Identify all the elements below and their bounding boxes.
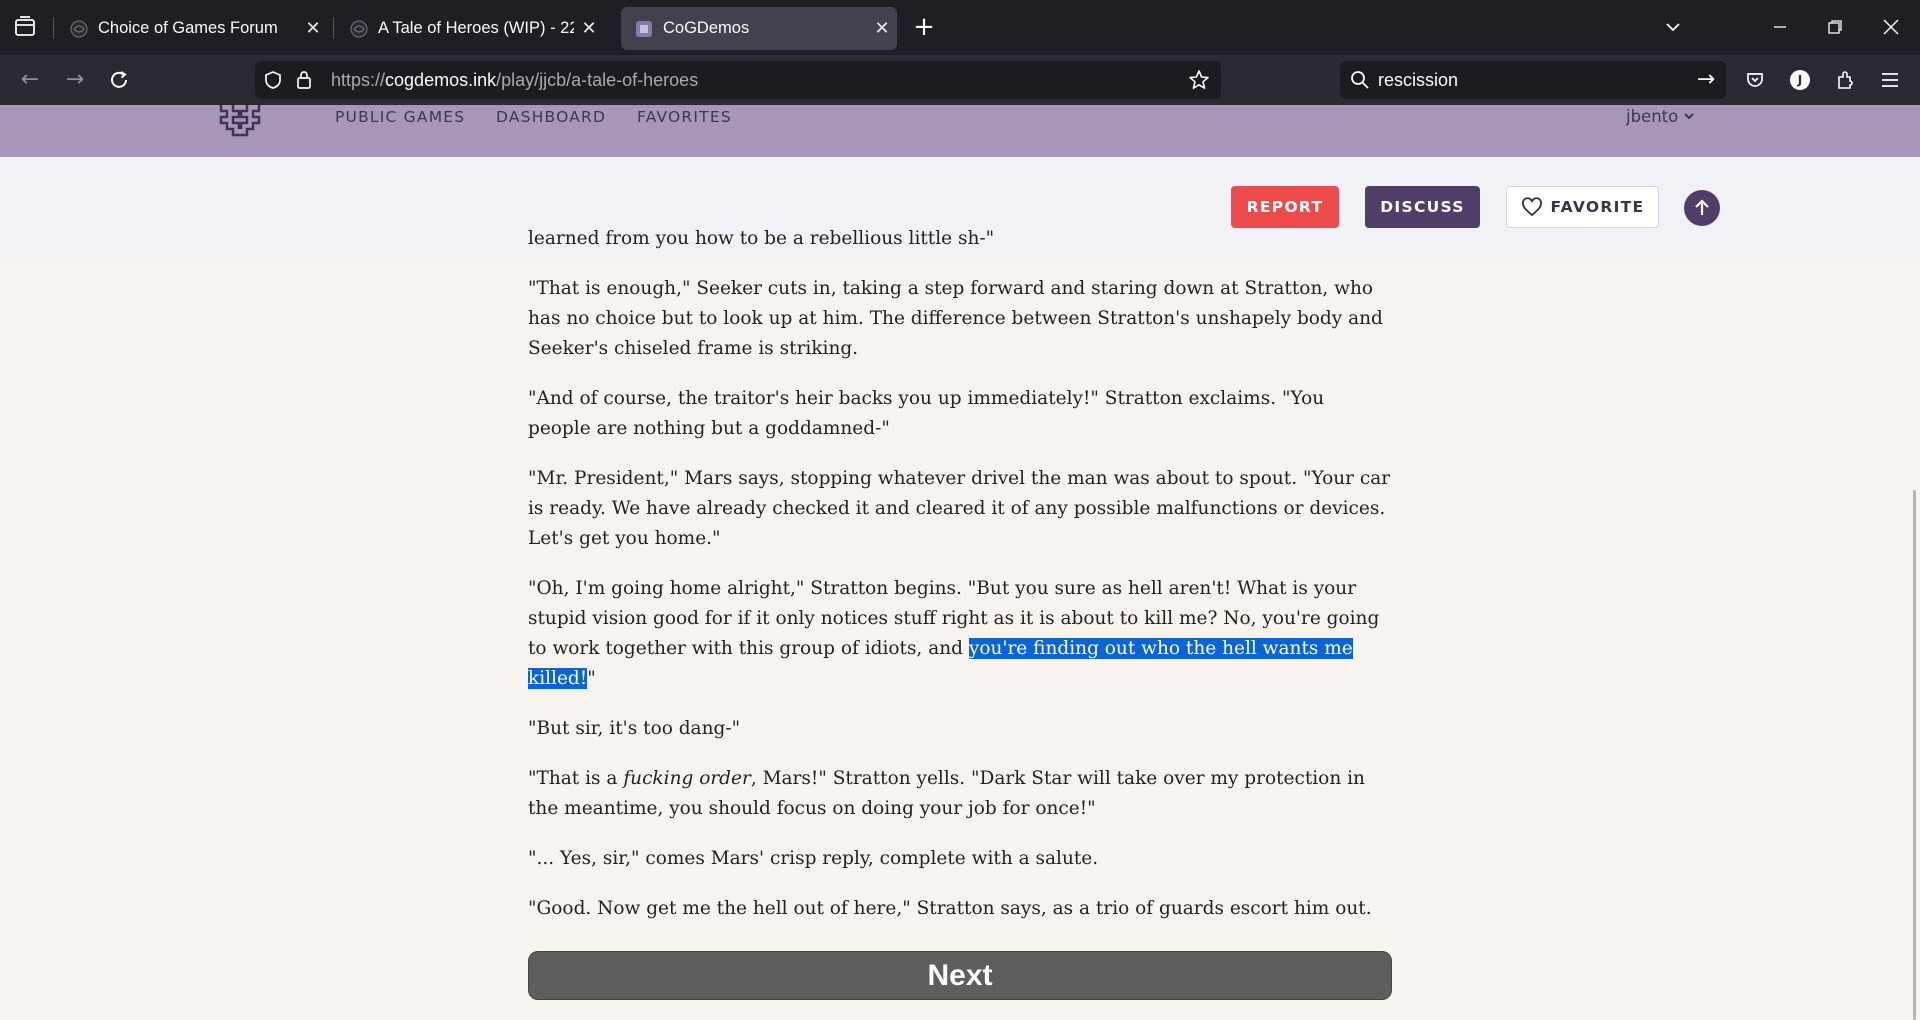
tab-strip: Choice of Games Forum ✕ A Tale of Heroes… bbox=[0, 0, 1920, 55]
new-tab-icon[interactable]: + bbox=[908, 12, 940, 44]
tab-choice-of-games-forum[interactable]: Choice of Games Forum ✕ bbox=[56, 7, 328, 50]
close-icon[interactable]: ✕ bbox=[574, 18, 604, 39]
url-prefix: https:// bbox=[331, 70, 386, 90]
account-avatar[interactable]: J bbox=[1785, 65, 1815, 95]
tab-cogdemos[interactable]: CoGDemos ✕ bbox=[621, 7, 897, 50]
arrow-up-icon bbox=[1695, 199, 1709, 215]
nav-favorites[interactable]: FAVORITES bbox=[637, 108, 732, 126]
extensions-icon[interactable] bbox=[1830, 65, 1860, 95]
next-button[interactable]: Next bbox=[528, 951, 1392, 1000]
nav-public-games[interactable]: PUBLIC GAMES bbox=[335, 108, 465, 126]
story-paragraph: "That is enough," Seeker cuts in, taking… bbox=[528, 278, 1383, 359]
url-text[interactable]: https://cogdemos.ink/play/jjcb/a-tale-of… bbox=[331, 70, 698, 91]
tab-title: Choice of Games Forum bbox=[98, 19, 278, 37]
back-icon[interactable]: ← bbox=[15, 65, 45, 95]
star-icon[interactable] bbox=[1188, 69, 1210, 91]
close-window-icon[interactable] bbox=[1871, 12, 1911, 42]
url-path: /play/jjcb/a-tale-of-heroes bbox=[496, 70, 699, 90]
reload-icon[interactable] bbox=[104, 65, 134, 95]
story-paragraph: "And of course, the traitor's heir backs… bbox=[528, 388, 1325, 439]
search-bar[interactable]: rescission bbox=[1340, 61, 1726, 99]
url-domain: cogdemos.ink bbox=[385, 70, 497, 90]
menu-icon[interactable] bbox=[1875, 65, 1905, 95]
page-scrollbar[interactable] bbox=[1913, 490, 1916, 1020]
favorite-button[interactable]: FAVORITE bbox=[1506, 186, 1659, 228]
story-emphasis: fucking order bbox=[623, 768, 751, 789]
cogdemos-favicon-icon bbox=[636, 20, 652, 37]
arrow-right-icon[interactable]: → bbox=[1691, 65, 1721, 95]
close-icon[interactable]: ✕ bbox=[867, 18, 897, 39]
story-text: learned from you how to be a rebellious … bbox=[528, 228, 1392, 944]
tab-a-tale-of-heroes[interactable]: A Tale of Heroes (WIP) - 224k w ✕ bbox=[336, 7, 604, 50]
chevron-down-icon bbox=[1684, 113, 1695, 120]
chevron-down-icon[interactable] bbox=[1653, 12, 1693, 42]
story-paragraph: "Oh, I'm going home alright," Stratton b… bbox=[528, 574, 1392, 694]
search-input[interactable]: rescission bbox=[1378, 70, 1458, 91]
search-icon bbox=[1351, 71, 1369, 89]
story-paragraph: "Mr. President," Mars says, stopping wha… bbox=[528, 468, 1391, 549]
tab-list-icon[interactable] bbox=[10, 14, 40, 40]
nav-dashboard[interactable]: DASHBOARD bbox=[496, 108, 606, 126]
username: jbento bbox=[1626, 107, 1679, 126]
report-button[interactable]: REPORT bbox=[1231, 186, 1339, 228]
cogdemos-logo-icon[interactable] bbox=[217, 105, 263, 139]
tab-title: CoGDemos bbox=[663, 19, 750, 37]
minimize-icon[interactable] bbox=[1760, 12, 1800, 42]
story-text-segment: " bbox=[587, 668, 596, 689]
tab-title: A Tale of Heroes (WIP) - 224k w bbox=[378, 19, 574, 37]
forward-icon[interactable]: → bbox=[60, 65, 90, 95]
forum-favicon-icon bbox=[350, 20, 368, 37]
nav-toolbar: ← → https://cogdemos.ink/play/jjcb/a-tal… bbox=[0, 55, 1920, 105]
discuss-button[interactable]: DISCUSS bbox=[1365, 186, 1480, 228]
story-paragraph: "Good. Now get me the hell out of here,"… bbox=[528, 898, 1372, 919]
pocket-icon[interactable] bbox=[1740, 65, 1770, 95]
story-paragraph: "That is a fucking order, Mars!" Stratto… bbox=[528, 764, 1392, 824]
restore-icon[interactable] bbox=[1815, 12, 1855, 42]
lock-icon[interactable] bbox=[295, 69, 313, 91]
story-paragraph: learned from you how to be a rebellious … bbox=[528, 228, 995, 249]
close-icon[interactable]: ✕ bbox=[298, 18, 328, 39]
user-menu[interactable]: jbento bbox=[1626, 107, 1695, 126]
story-paragraph: "... Yes, sir," comes Mars' crisp reply,… bbox=[528, 848, 1099, 869]
url-bar[interactable]: https://cogdemos.ink/play/jjcb/a-tale-of… bbox=[255, 61, 1221, 99]
favorite-label: FAVORITE bbox=[1550, 198, 1645, 216]
shield-icon[interactable] bbox=[263, 70, 283, 90]
story-text-segment: "That is a bbox=[528, 768, 624, 789]
story-paragraph: "But sir, it's too dang-" bbox=[528, 718, 741, 739]
site-header: PUBLIC GAMES DASHBOARD FAVORITES jbento bbox=[0, 105, 1920, 157]
account-initial: J bbox=[1790, 70, 1810, 90]
scroll-top-button[interactable] bbox=[1684, 190, 1720, 226]
heart-icon bbox=[1521, 197, 1542, 217]
forum-favicon-icon bbox=[70, 20, 88, 37]
